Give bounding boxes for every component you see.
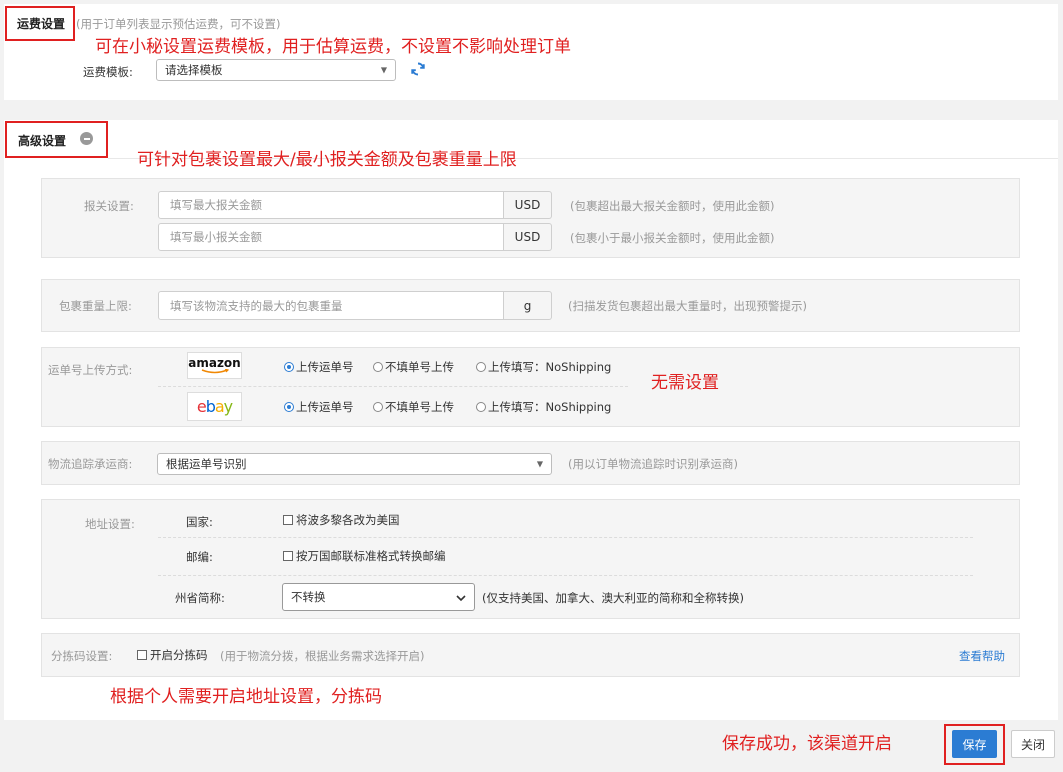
address-country-checkbox[interactable]: 将波多黎各改为美国 — [283, 512, 400, 528]
customs-min-placeholder: 填写最小报关金额 — [170, 230, 262, 244]
freight-template-select[interactable]: 请选择模板 ▼ — [156, 59, 396, 81]
weight-input[interactable]: 填写该物流支持的最大的包裹重量 — [158, 291, 504, 320]
freight-template-value: 请选择模板 — [165, 63, 223, 77]
address-state-select[interactable]: 不转换 — [282, 583, 475, 611]
amazon-option-upload[interactable]: 上传运单号 — [284, 359, 354, 375]
customs-min-input[interactable]: 填写最小报关金额 — [158, 223, 504, 251]
address-country-label: 国家: — [186, 515, 213, 529]
address-divider-2 — [158, 575, 973, 576]
advanced-title: 高级设置 — [18, 134, 67, 148]
amazon-logo: amazon — [187, 352, 242, 379]
ebay-option-noshipping[interactable]: 上传填写：NoShipping — [476, 399, 611, 415]
tracking-upload-label: 运单号上传方式: — [48, 363, 133, 377]
customs-max-hint: (包裹超出最大报关金额时，使用此金额) — [570, 199, 775, 213]
tracking-annotation: 无需设置 — [651, 373, 719, 393]
radio-checked-icon — [284, 402, 294, 412]
address-divider-1 — [158, 537, 973, 538]
customs-min-hint: (包裹小于最小报关金额时，使用此金额) — [570, 231, 775, 245]
chevron-down-icon: ▼ — [380, 65, 387, 75]
freight-title: 运费设置 — [17, 17, 66, 31]
address-state-value: 不转换 — [291, 590, 326, 604]
weight-placeholder: 填写该物流支持的最大的包裹重量 — [170, 298, 343, 313]
sorting-label: 分拣码设置: — [51, 649, 113, 663]
weight-label: 包裹重量上限: — [59, 299, 132, 313]
radio-icon — [476, 362, 486, 372]
save-button[interactable]: 保存 — [952, 730, 997, 758]
refresh-icon[interactable] — [410, 61, 426, 77]
carrier-label: 物流追踪承运商: — [48, 457, 133, 471]
footer-annotation: 保存成功，该渠道开启 — [722, 734, 892, 754]
freight-subtitle: (用于订单列表显示预估运费，可不设置) — [76, 17, 281, 31]
amazon-option-noshipping[interactable]: 上传填写：NoShipping — [476, 359, 611, 375]
radio-icon — [373, 362, 383, 372]
chevron-down-icon: ▼ — [536, 459, 543, 469]
carrier-hint: (用以订单物流追踪时识别承运商) — [568, 457, 738, 471]
carrier-select[interactable]: 根据运单号识别 ▼ — [157, 453, 552, 475]
address-state-label: 州省简称: — [175, 591, 225, 605]
ebay-option-upload[interactable]: 上传运单号 — [284, 399, 354, 415]
collapse-icon[interactable] — [80, 132, 93, 145]
ebay-option-no-number[interactable]: 不填单号上传 — [373, 399, 454, 415]
ebay-logo: ebay ebay — [187, 392, 242, 421]
weight-unit: g — [504, 291, 552, 320]
chevron-down-icon — [456, 595, 466, 602]
freight-template-label: 运费模板: — [83, 65, 133, 79]
customs-max-input[interactable]: 填写最大报关金额 — [158, 191, 504, 219]
radio-icon — [373, 402, 383, 412]
customs-label: 报关设置: — [84, 199, 134, 213]
address-state-hint: (仅支持美国、加拿大、澳大利亚的简称和全称转换) — [482, 591, 744, 605]
weight-hint: (扫描发货包裹超出最大重量时，出现预警提示) — [568, 299, 807, 313]
radio-checked-icon — [284, 362, 294, 372]
address-label: 地址设置: — [85, 517, 135, 531]
advanced-annotation: 可针对包裹设置最大/最小报关金额及包裹重量上限 — [137, 150, 517, 170]
customs-max-currency: USD — [504, 191, 552, 219]
sorting-hint: (用于物流分拨，根据业务需求选择开启) — [220, 649, 425, 663]
close-button[interactable]: 关闭 — [1011, 730, 1055, 758]
amazon-option-no-number[interactable]: 不填单号上传 — [373, 359, 454, 375]
checkbox-icon — [283, 515, 293, 525]
carrier-value: 根据运单号识别 — [166, 457, 247, 471]
freight-annotation: 可在小秘设置运费模板，用于估算运费，不设置不影响处理订单 — [95, 37, 571, 57]
customs-max-placeholder: 填写最大报关金额 — [170, 198, 262, 212]
sorting-help-link[interactable]: 查看帮助 — [959, 648, 1005, 664]
sorting-checkbox[interactable]: 开启分拣码 — [137, 647, 208, 663]
address-zip-checkbox[interactable]: 按万国邮联标准格式转换邮编 — [283, 548, 446, 564]
tracking-divider — [158, 386, 628, 387]
address-zip-label: 邮编: — [186, 550, 213, 564]
checkbox-icon — [137, 650, 147, 660]
sorting-annotation: 根据个人需要开启地址设置，分拣码 — [110, 687, 382, 707]
radio-icon — [476, 402, 486, 412]
checkbox-icon — [283, 551, 293, 561]
customs-min-currency: USD — [504, 223, 552, 251]
